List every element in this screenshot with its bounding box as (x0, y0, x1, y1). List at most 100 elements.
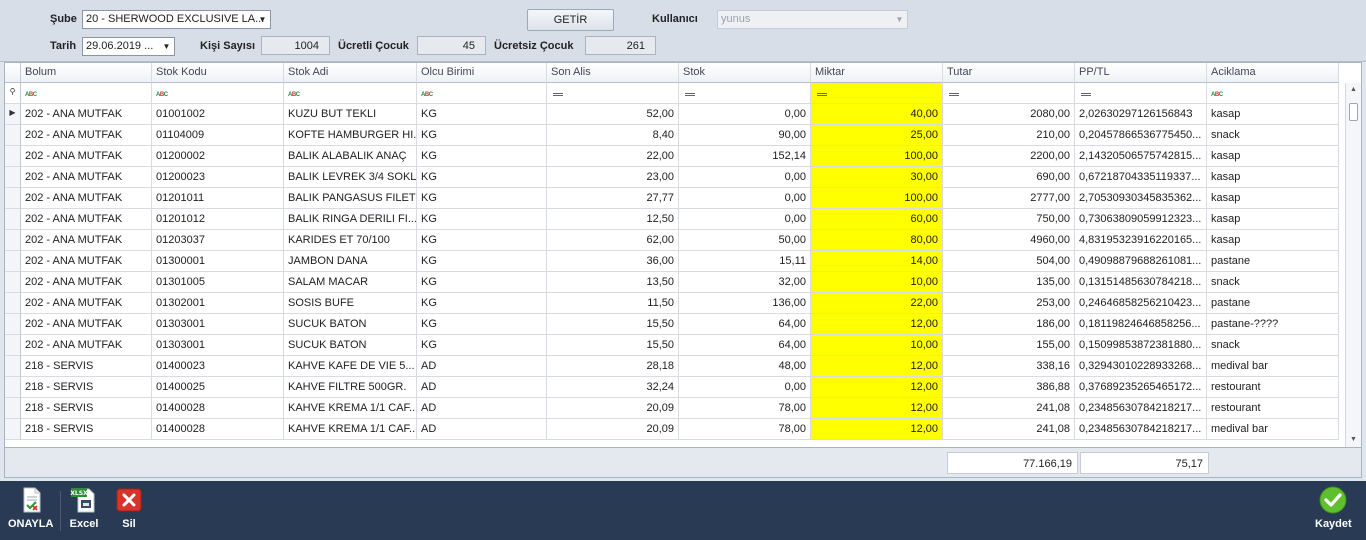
cell-stok-kodu[interactable]: 01203037 (152, 230, 284, 251)
cell-tutar[interactable]: 241,08 (943, 398, 1075, 419)
cell-miktar[interactable]: 100,00 (811, 188, 943, 209)
column-header-bolum[interactable]: Bolum (21, 63, 152, 83)
column-header-olcu-birimi[interactable]: Olcu Birimi (417, 63, 547, 83)
cell-stok-kodu[interactable]: 01200023 (152, 167, 284, 188)
cell-bolum[interactable]: 202 - ANA MUTFAK (21, 314, 152, 335)
cell-pp-tl[interactable]: 0,13151485630784218... (1075, 272, 1207, 293)
cell-aciklama[interactable]: medival bar (1207, 356, 1339, 377)
cell-pp-tl[interactable]: 0,23485630784218217... (1075, 398, 1207, 419)
column-header-pp-tl[interactable]: PP/TL (1075, 63, 1207, 83)
cell-miktar[interactable]: 80,00 (811, 230, 943, 251)
cell-pp-tl[interactable]: 0,18119824646858256... (1075, 314, 1207, 335)
stock-grid[interactable]: Bolum Stok Kodu Stok Adi Olcu Birimi Son Ali… (4, 62, 1362, 448)
cell-stok-kodu[interactable]: 01302001 (152, 293, 284, 314)
cell-stok[interactable]: 90,00 (679, 125, 811, 146)
cell-aciklama[interactable]: pastane (1207, 251, 1339, 272)
row-indicator[interactable] (5, 314, 21, 335)
cell-aciklama[interactable]: medival bar (1207, 419, 1339, 440)
cell-bolum[interactable]: 202 - ANA MUTFAK (21, 125, 152, 146)
cell-stok-adi[interactable]: SUCUK BATON (284, 335, 417, 356)
cell-pp-tl[interactable]: 0,20457866536775450... (1075, 125, 1207, 146)
ucretsiz-cocuk-field[interactable]: 261 (585, 36, 656, 55)
cell-stok[interactable]: 0,00 (679, 188, 811, 209)
cell-miktar[interactable]: 10,00 (811, 335, 943, 356)
filter-cell-stok[interactable] (679, 83, 811, 104)
filter-cell-bolum[interactable]: ABC (21, 83, 152, 104)
cell-stok-adi[interactable]: BALIK PANGASUS FILETO (284, 188, 417, 209)
cell-stok-adi[interactable]: BALIK LEVREK 3/4 SOKLU (284, 167, 417, 188)
table-row[interactable]: 202 - ANA MUTFAK 01303001 SUCUK BATON KG 15,… (5, 314, 1361, 335)
row-indicator[interactable] (5, 188, 21, 209)
column-header-miktar[interactable]: Miktar (811, 63, 943, 83)
cell-stok-kodu[interactable]: 01400025 (152, 377, 284, 398)
cell-stok-kodu[interactable]: 01201012 (152, 209, 284, 230)
cell-son-alis[interactable]: 22,00 (547, 146, 679, 167)
table-row[interactable]: 218 - SERVIS 01400028 KAHVE KREMA 1/1 CAF.… (5, 398, 1361, 419)
cell-pp-tl[interactable]: 0,49098879688261081... (1075, 251, 1207, 272)
cell-stok-adi[interactable]: KAHVE FILTRE 500GR. (284, 377, 417, 398)
cell-bolum[interactable]: 218 - SERVIS (21, 398, 152, 419)
cell-stok-kodu[interactable]: 01400028 (152, 398, 284, 419)
cell-aciklama[interactable]: kasap (1207, 104, 1339, 125)
cell-tutar[interactable]: 186,00 (943, 314, 1075, 335)
cell-tutar[interactable]: 253,00 (943, 293, 1075, 314)
sil-button[interactable]: Sil (114, 485, 144, 530)
cell-stok-kodu[interactable]: 01201011 (152, 188, 284, 209)
row-indicator[interactable] (5, 398, 21, 419)
cell-stok[interactable]: 0,00 (679, 209, 811, 230)
cell-olcu-birimi[interactable]: AD (417, 419, 547, 440)
cell-stok-adi[interactable]: KAHVE KREMA 1/1 CAF... (284, 398, 417, 419)
cell-bolum[interactable]: 218 - SERVIS (21, 419, 152, 440)
cell-stok[interactable]: 0,00 (679, 377, 811, 398)
onayla-button[interactable]: ONAYLA (8, 485, 53, 530)
cell-miktar[interactable]: 25,00 (811, 125, 943, 146)
cell-stok[interactable]: 50,00 (679, 230, 811, 251)
current-row-indicator-icon[interactable]: ▶ (5, 104, 21, 125)
cell-tutar[interactable]: 690,00 (943, 167, 1075, 188)
cell-tutar[interactable]: 2200,00 (943, 146, 1075, 167)
table-row[interactable]: 218 - SERVIS 01400025 KAHVE FILTRE 500GR. A… (5, 377, 1361, 398)
cell-bolum[interactable]: 202 - ANA MUTFAK (21, 251, 152, 272)
excel-button[interactable]: XLSX Excel (69, 485, 99, 530)
row-indicator[interactable] (5, 209, 21, 230)
scroll-down-icon[interactable]: ▼ (1346, 433, 1361, 447)
cell-son-alis[interactable]: 36,00 (547, 251, 679, 272)
cell-stok-kodu[interactable]: 01104009 (152, 125, 284, 146)
row-indicator[interactable] (5, 293, 21, 314)
row-indicator[interactable] (5, 377, 21, 398)
cell-stok[interactable]: 48,00 (679, 356, 811, 377)
cell-son-alis[interactable]: 12,50 (547, 209, 679, 230)
row-indicator[interactable] (5, 335, 21, 356)
cell-miktar[interactable]: 22,00 (811, 293, 943, 314)
cell-son-alis[interactable]: 20,09 (547, 398, 679, 419)
cell-pp-tl[interactable]: 2,14320506575742815... (1075, 146, 1207, 167)
cell-pp-tl[interactable]: 0,32943010228933268... (1075, 356, 1207, 377)
cell-stok[interactable]: 15,11 (679, 251, 811, 272)
cell-stok[interactable]: 0,00 (679, 167, 811, 188)
filter-cell-tutar[interactable] (943, 83, 1075, 104)
column-header-tutar[interactable]: Tutar (943, 63, 1075, 83)
cell-tutar[interactable]: 2080,00 (943, 104, 1075, 125)
cell-tutar[interactable]: 155,00 (943, 335, 1075, 356)
kisi-sayisi-field[interactable]: 1004 (261, 36, 330, 55)
row-indicator[interactable] (5, 125, 21, 146)
table-row[interactable]: 202 - ANA MUTFAK 01200023 BALIK LEVREK 3/4… (5, 167, 1361, 188)
table-row[interactable]: 202 - ANA MUTFAK 01302001 SOSIS BUFE KG 11,5… (5, 293, 1361, 314)
cell-miktar[interactable]: 30,00 (811, 167, 943, 188)
table-row[interactable]: 202 - ANA MUTFAK 01104009 KOFTE HAMBURGER … (5, 125, 1361, 146)
row-indicator[interactable] (5, 146, 21, 167)
cell-stok-adi[interactable]: SUCUK BATON (284, 314, 417, 335)
cell-son-alis[interactable]: 15,50 (547, 314, 679, 335)
filter-cell-miktar[interactable] (811, 83, 943, 104)
filter-cell-pp-tl[interactable] (1075, 83, 1207, 104)
cell-aciklama[interactable]: pastane (1207, 293, 1339, 314)
cell-olcu-birimi[interactable]: KG (417, 146, 547, 167)
cell-pp-tl[interactable]: 0,15099853872381880... (1075, 335, 1207, 356)
cell-miktar[interactable]: 12,00 (811, 377, 943, 398)
cell-bolum[interactable]: 202 - ANA MUTFAK (21, 167, 152, 188)
table-row[interactable]: ▶ 202 - ANA MUTFAK 01001002 KUZU BUT TEKLI K… (5, 104, 1361, 125)
filter-cell-stok-kodu[interactable]: ABC (152, 83, 284, 104)
cell-stok-kodu[interactable]: 01303001 (152, 314, 284, 335)
scroll-thumb[interactable] (1349, 103, 1358, 121)
cell-aciklama[interactable]: kasap (1207, 209, 1339, 230)
